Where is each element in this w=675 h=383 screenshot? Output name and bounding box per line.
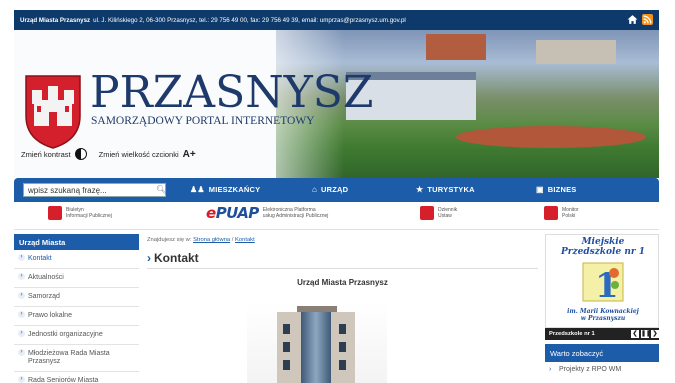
sidebar-item-jednostki[interactable]: Jednostki organizacyjne [14, 326, 139, 345]
monitor-polski-link[interactable]: Monitor Polski [544, 206, 579, 220]
office-building-photo [247, 302, 387, 383]
breadcrumb: Znajdujesz się w: Strona główna / Kontak… [147, 237, 255, 243]
sidebar-heading[interactable]: Urząd Miasta [14, 234, 139, 250]
link-banners: Biuletyn Informacji Publicznej ePUAP Elek… [14, 202, 659, 230]
home-icon: ⌂ [312, 185, 318, 194]
office-name: Urząd Miasta Przasnysz [20, 16, 91, 24]
page-title: Kontakt [147, 251, 538, 265]
eagle-icon [544, 206, 558, 220]
slider-caption-bar: Przedszkole nr 1 ❮ ❚❚ ❯ [545, 328, 659, 340]
promo-title: Miejskie Przedszkole nr 1 [560, 237, 645, 257]
prev-icon[interactable]: ❮ [631, 330, 639, 338]
number-one-icon: 1 [582, 262, 624, 305]
site-title[interactable]: PRZASNYSZ [90, 68, 374, 118]
coat-of-arms-icon[interactable] [22, 72, 84, 150]
dziennik-ustaw-link[interactable]: Dziennik Ustaw [420, 206, 457, 220]
breadcrumb-current-link[interactable]: Kontakt [235, 237, 255, 243]
search-input[interactable] [23, 183, 166, 197]
sidebar-item-rada-seniorow[interactable]: Rada Seniorów Miasta [14, 372, 139, 383]
office-address: ul. J. Kilińskiego 2, 06-300 Przasnysz, … [93, 16, 406, 24]
nav-label: TURYSTYKA [427, 185, 475, 194]
epuap-logo: ePUAP [206, 204, 259, 222]
bip-logo-icon [48, 206, 62, 220]
search-icon[interactable]: 🔍︎ [156, 185, 166, 194]
nav-item-turystyka[interactable]: ★ TURYSTYKA [416, 185, 475, 194]
next-icon[interactable]: ❯ [651, 330, 659, 338]
contrast-label[interactable]: Zmień kontrast [21, 150, 71, 159]
font-size-label[interactable]: Zmień wielkość czcionki [99, 150, 179, 159]
nav-item-mieszkancy[interactable]: ♟♟ MIESZKAŃCY [190, 185, 260, 194]
rss-icon[interactable] [642, 14, 653, 25]
slider-caption: Przedszkole nr 1 [549, 331, 595, 337]
sidebar: Urząd Miasta Kontakt Aktualności Samorzą… [14, 234, 139, 383]
bip-link[interactable]: Biuletyn Informacji Publicznej [48, 206, 112, 220]
nav-item-urzad[interactable]: ⌂ URZĄD [312, 185, 348, 194]
eagle-icon [420, 206, 434, 220]
accessibility-tools: Zmień kontrast Zmień wielkość czcionki A… [21, 148, 196, 160]
sidebar-item-samorzad[interactable]: Samorząd [14, 288, 139, 307]
right-column: Miejskie Przedszkole nr 1 1 im. Marii Ko… [545, 234, 659, 383]
nav-label: BIZNES [547, 185, 577, 194]
main-content: Znajdujesz się w: Strona główna / Kontak… [147, 234, 538, 383]
main-nav: 🔍︎ ♟♟ MIESZKAŃCY ⌂ URZĄD ★ TURYSTYKA ▣ B… [14, 178, 659, 202]
people-icon: ♟♟ [190, 185, 205, 194]
home-icon[interactable] [627, 14, 638, 25]
nav-label: URZĄD [321, 185, 349, 194]
nav-label: MIESZKAŃCY [208, 185, 261, 194]
kindergarten-promo[interactable]: Miejskie Przedszkole nr 1 1 im. Marii Ko… [545, 234, 659, 328]
epuap-link[interactable]: ePUAP Elektroniczna Platforma usług Admin… [206, 204, 328, 222]
sidebar-item-kontakt[interactable]: Kontakt [14, 250, 139, 269]
contrast-icon[interactable] [74, 148, 87, 160]
section-title: Urząd Miasta Przasnysz [297, 278, 388, 287]
hiker-icon: ★ [416, 185, 424, 194]
sidebar-item-prawo-lokalne[interactable]: Prawo lokalne [14, 307, 139, 326]
site-subtitle: SAMORZĄDOWY PORTAL INTERNETOWY [91, 115, 315, 127]
promo-subtitle: im. Marii Kownackiej w Przasnyszu [567, 308, 639, 322]
divider [147, 268, 538, 269]
sidebar-item-aktualnosci[interactable]: Aktualności [14, 269, 139, 288]
header-banner: PRZASNYSZ SAMORZĄDOWY PORTAL INTERNETOWY… [14, 30, 659, 178]
sidebar-item-mlodziezowa-rada[interactable]: Młodzieżowa Rada Miasta Przasnysz [14, 345, 139, 372]
worth-seeing-heading: Warto zobaczyć [545, 344, 659, 362]
breadcrumb-home-link[interactable]: Strona główna [193, 237, 230, 243]
font-size-icon[interactable]: A+ [183, 149, 196, 160]
briefcase-icon: ▣ [536, 185, 544, 194]
worth-seeing-item[interactable]: Projekty z RPO WM [545, 366, 659, 373]
pause-icon[interactable]: ❚❚ [641, 330, 651, 338]
nav-item-biznes[interactable]: ▣ BIZNES [536, 185, 576, 194]
page: Urząd Miasta Przasnysz ul. J. Kilińskieg… [0, 0, 675, 383]
top-info-bar: Urząd Miasta Przasnysz ul. J. Kilińskieg… [14, 10, 659, 30]
